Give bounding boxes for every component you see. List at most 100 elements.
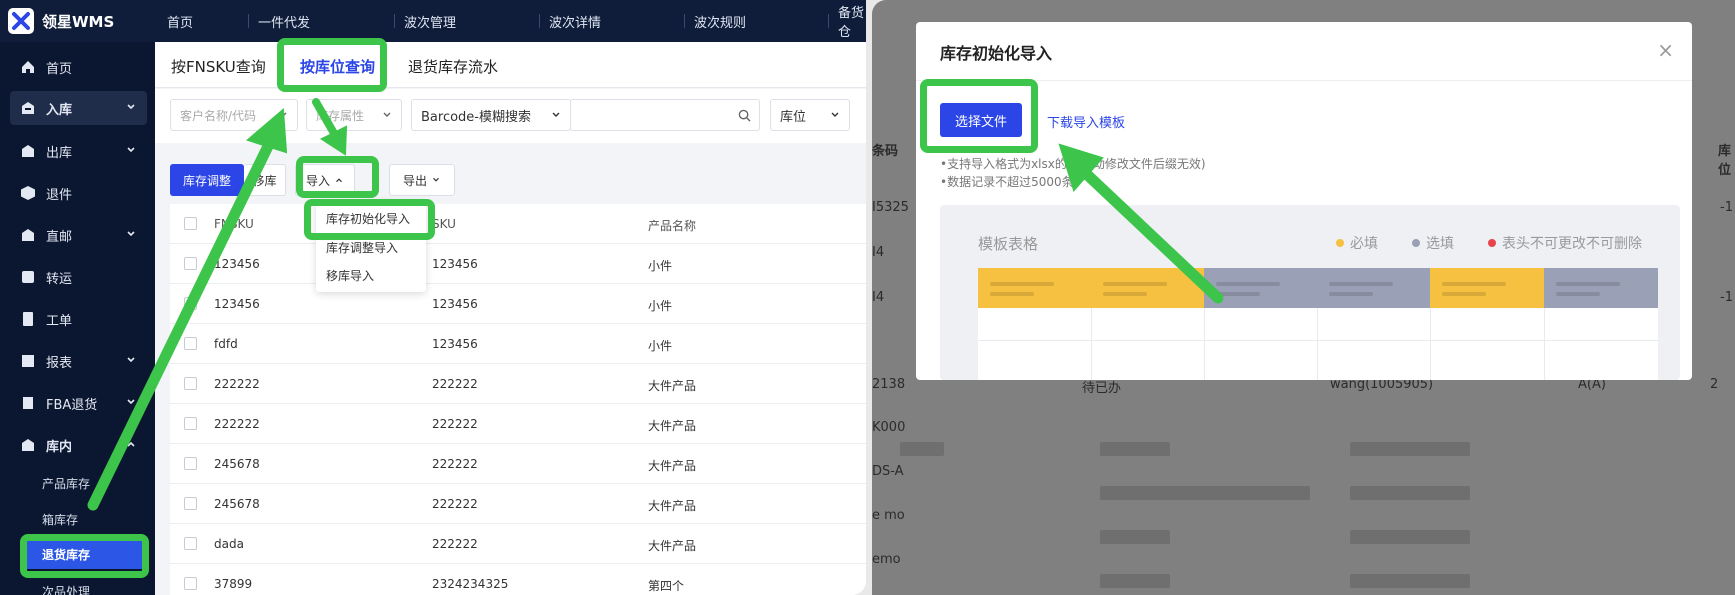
row-checkbox[interactable] <box>184 417 197 430</box>
cell-name: 大件产品 <box>648 459 697 473</box>
stock-attr-select[interactable]: 库存属性 <box>306 99 402 131</box>
sidebar-item-label: 工单 <box>46 313 73 329</box>
cell-name: 小件 <box>648 259 673 273</box>
top-bar: 领星WMS 首页 一件代发 波次管理 波次详情 波次规则 备货仓 <box>0 0 866 42</box>
stock-adjust-button[interactable]: 库存调整 <box>170 164 244 196</box>
close-icon[interactable]: × <box>1657 38 1674 62</box>
legend-label: 必填 <box>1350 236 1378 252</box>
sidebar-sub-defect-handling[interactable]: 次品处理 <box>42 583 90 595</box>
row-checkbox[interactable] <box>184 377 197 390</box>
table-row[interactable]: 222222 222222 大件产品 <box>170 364 866 404</box>
bg-blur <box>1100 574 1170 588</box>
choose-file-button[interactable]: 选择文件 <box>940 103 1022 137</box>
table-row[interactable]: 123456 123456 小件 <box>170 284 866 324</box>
cell-fnsku: 245678 <box>214 457 260 471</box>
app-name: 领星WMS <box>42 12 115 31</box>
template-title: 模板表格 <box>978 235 1039 253</box>
export-button-label: 导出 <box>402 173 427 188</box>
import-button[interactable]: 导入 <box>295 164 355 196</box>
table-row[interactable]: 222222 222222 大件产品 <box>170 404 866 444</box>
cell-fnsku: fdfd <box>214 337 238 351</box>
legend-label: 选填 <box>1426 236 1454 252</box>
move-stock-button[interactable]: 移库 <box>244 164 286 196</box>
stock-attr-placeholder: 库存属性 <box>316 108 365 123</box>
cell-name: 大件产品 <box>648 539 697 553</box>
legend-locked: 表头不可更改不可删除 <box>1488 233 1642 253</box>
select-all-checkbox[interactable] <box>184 217 197 230</box>
sidebar-item-returns[interactable]: 退件 <box>10 176 147 210</box>
sidebar-item-label: FBA退货 <box>46 397 98 413</box>
search-icon[interactable] <box>738 109 751 122</box>
bg-blur <box>900 442 944 456</box>
bg-col-location: 库位 <box>1718 144 1732 178</box>
top-nav-stock-warehouse[interactable]: 备货仓 <box>828 0 866 42</box>
menu-item-stock-init-import[interactable]: 库存初始化导入 <box>326 210 410 227</box>
sidebar-sub-product-stock[interactable]: 产品库存 <box>42 475 90 492</box>
template-col-required <box>1091 268 1204 308</box>
bg-blur <box>1100 486 1310 500</box>
work-order-icon <box>23 312 33 326</box>
warehouse-icon <box>22 439 34 451</box>
tab-return-flow[interactable]: 退货库存流水 <box>408 56 498 77</box>
sidebar-sub-return-stock[interactable]: 退货库存 <box>22 539 148 569</box>
row-checkbox[interactable] <box>184 457 197 470</box>
sidebar-item-fba-returns[interactable]: FBA退货 <box>10 386 147 420</box>
note-format-text: •支持导入格式为xlsx的 <box>940 157 1067 171</box>
top-nav-wave-manage[interactable]: 波次管理 <box>394 0 456 42</box>
table-row[interactable]: fdfd 123456 小件 <box>170 324 866 364</box>
top-nav-wave-rules[interactable]: 波次规则 <box>684 0 746 42</box>
cell-sku: 123456 <box>432 257 478 271</box>
barcode-search-input[interactable] <box>570 99 760 131</box>
top-nav-wave-detail[interactable]: 波次详情 <box>539 0 601 42</box>
cell-fnsku: 222222 <box>214 377 260 391</box>
sidebar-item-work-order[interactable]: 工单 <box>10 302 147 336</box>
chevron-down-icon <box>433 177 439 182</box>
top-nav-dropship[interactable]: 一件代发 <box>248 0 311 42</box>
table-row[interactable]: 245678 222222 大件产品 <box>170 484 866 524</box>
menu-item-stock-adjust-import[interactable]: 库存调整导入 <box>326 239 398 256</box>
table-row[interactable]: 123456 123456 小件 <box>170 244 866 284</box>
download-template-link[interactable]: 下载导入模板 <box>1047 112 1125 131</box>
import-menu: 库存初始化导入 库存调整导入 移库导入 <box>316 200 426 292</box>
sidebar-item-outbound[interactable]: 出库 <box>10 134 147 168</box>
sidebar-item-reports[interactable]: 报表 <box>10 344 147 378</box>
menu-item-move-import[interactable]: 移库导入 <box>326 267 374 284</box>
sidebar-item-home[interactable]: 首页 <box>10 50 147 84</box>
top-nav-label: 一件代发 <box>258 15 311 31</box>
sidebar: 首页 入库 出库 退件 直邮 转运 工单 报表 FBA退货 库内 产品库存 箱库… <box>0 42 155 595</box>
bg-side-value: -1 <box>1720 200 1733 215</box>
tab-fnsku[interactable]: 按FNSKU查询 <box>171 56 266 77</box>
bg-row-code: 2138 <box>872 377 906 392</box>
location-select[interactable]: 库位 <box>770 99 850 131</box>
sidebar-item-inbound[interactable]: 入库 <box>10 91 147 125</box>
sidebar-item-label: 库内 <box>46 439 73 455</box>
cell-fnsku: 245678 <box>214 497 260 511</box>
table-row[interactable]: 245678 222222 大件产品 <box>170 444 866 484</box>
row-checkbox[interactable] <box>184 577 197 590</box>
tab-location[interactable]: 按库位查询 <box>300 56 375 77</box>
table-row[interactable]: dada 222222 大件产品 <box>170 524 866 564</box>
app-logo[interactable]: 领星WMS <box>8 8 114 34</box>
dialog-title: 库存初始化导入 <box>940 44 1053 63</box>
row-checkbox[interactable] <box>184 537 197 550</box>
sidebar-sub-box-stock[interactable]: 箱库存 <box>42 511 78 528</box>
customer-select-placeholder: 客户名称/代码 <box>180 108 257 123</box>
sidebar-item-transfer[interactable]: 转运 <box>10 260 147 294</box>
bg-blur <box>1350 574 1470 588</box>
bg-row-code: I4 <box>872 290 885 305</box>
export-button[interactable]: 导出 <box>389 164 455 196</box>
row-checkbox[interactable] <box>184 257 197 270</box>
top-nav-home[interactable]: 首页 <box>167 0 193 42</box>
chevron-down-icon <box>279 112 287 117</box>
customer-select[interactable]: 客户名称/代码 <box>170 99 298 131</box>
fba-icon <box>23 397 33 409</box>
bg-blur <box>1350 442 1470 456</box>
row-checkbox[interactable] <box>184 297 197 310</box>
sidebar-item-direct-mail[interactable]: 直邮 <box>10 218 147 252</box>
row-checkbox[interactable] <box>184 497 197 510</box>
sidebar-item-warehouse[interactable]: 库内 <box>10 428 147 462</box>
barcode-mode-select[interactable]: Barcode-模糊搜索 <box>411 99 571 131</box>
row-checkbox[interactable] <box>184 337 197 350</box>
divider <box>1317 308 1318 380</box>
table-row[interactable]: 37899 2324234325 第四个 <box>170 564 866 595</box>
